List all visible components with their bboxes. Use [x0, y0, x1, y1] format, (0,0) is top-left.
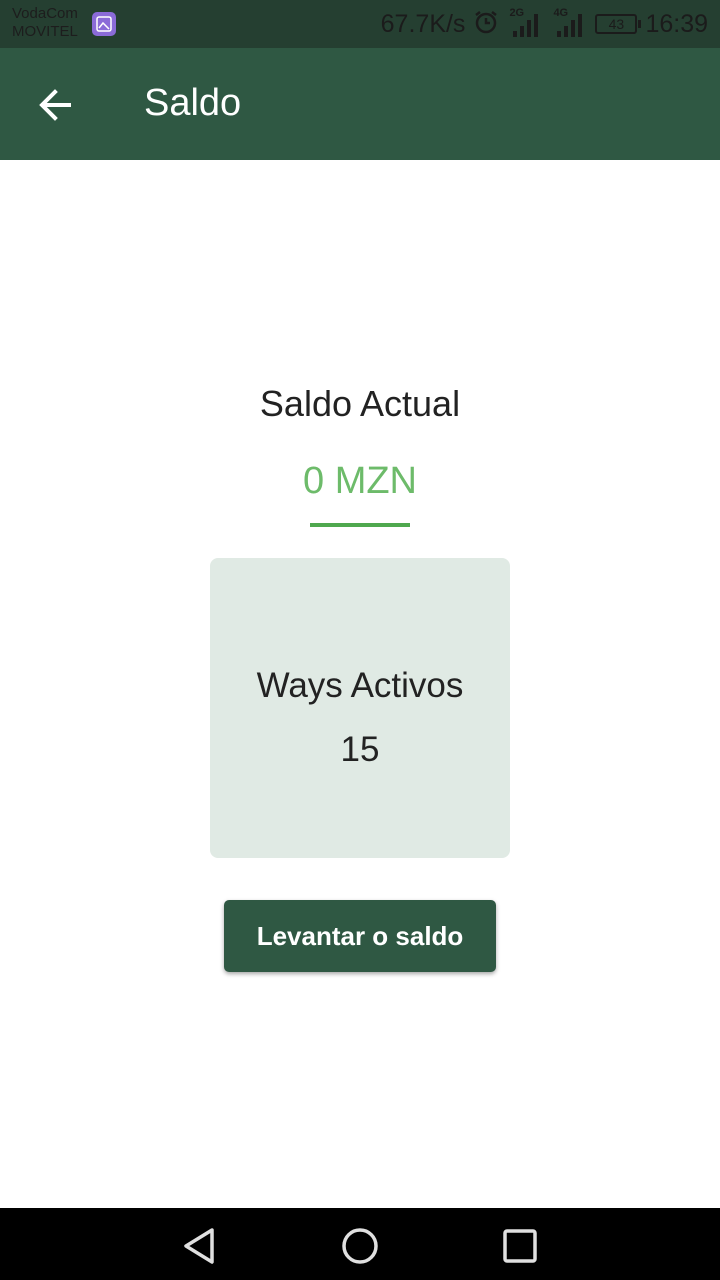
active-ways-label: Ways Activos [256, 666, 464, 705]
clock: 16:39 [645, 9, 708, 38]
balance-amount: 0 MZN [303, 460, 417, 502]
nav-home-button[interactable] [340, 1226, 380, 1266]
signal-icon: 4G [551, 7, 587, 39]
recents-square-icon [503, 1229, 537, 1263]
battery-level: 43 [608, 16, 625, 32]
active-ways-card: Ways Activos 15 [210, 558, 510, 858]
nav-back-button[interactable] [180, 1226, 220, 1266]
net-speed: 67.7K/s [380, 9, 466, 38]
nav-recents-button[interactable] [500, 1226, 540, 1266]
active-ways-count: 15 [340, 730, 380, 769]
system-nav-bar [0, 1208, 720, 1280]
status-bar: VodaCom MOVITEL 67.7K/s 2G 4G 43 16:39 [0, 0, 720, 48]
app-bar: Saldo [0, 48, 720, 160]
home-circle-icon [342, 1228, 378, 1264]
gallery-icon [92, 12, 116, 36]
balance-underline [310, 523, 410, 527]
withdraw-balance-button[interactable]: Levantar o saldo [224, 900, 496, 972]
carrier-secondary: MOVITEL [12, 23, 78, 40]
page-title: Saldo [144, 82, 242, 124]
back-triangle-icon [184, 1228, 214, 1264]
arrow-left-icon [39, 89, 71, 121]
back-button[interactable] [30, 80, 80, 130]
balance-heading: Saldo Actual [259, 383, 461, 424]
carrier-primary: VodaCom [12, 5, 78, 22]
signal-icon: 2G [507, 7, 543, 39]
carrier-info: VodaCom MOVITEL [12, 5, 78, 41]
alarm-icon [473, 9, 499, 40]
status-indicators: 67.7K/s 2G 4G 43 16:39 [381, 6, 708, 42]
battery-icon: 43 [595, 14, 642, 34]
